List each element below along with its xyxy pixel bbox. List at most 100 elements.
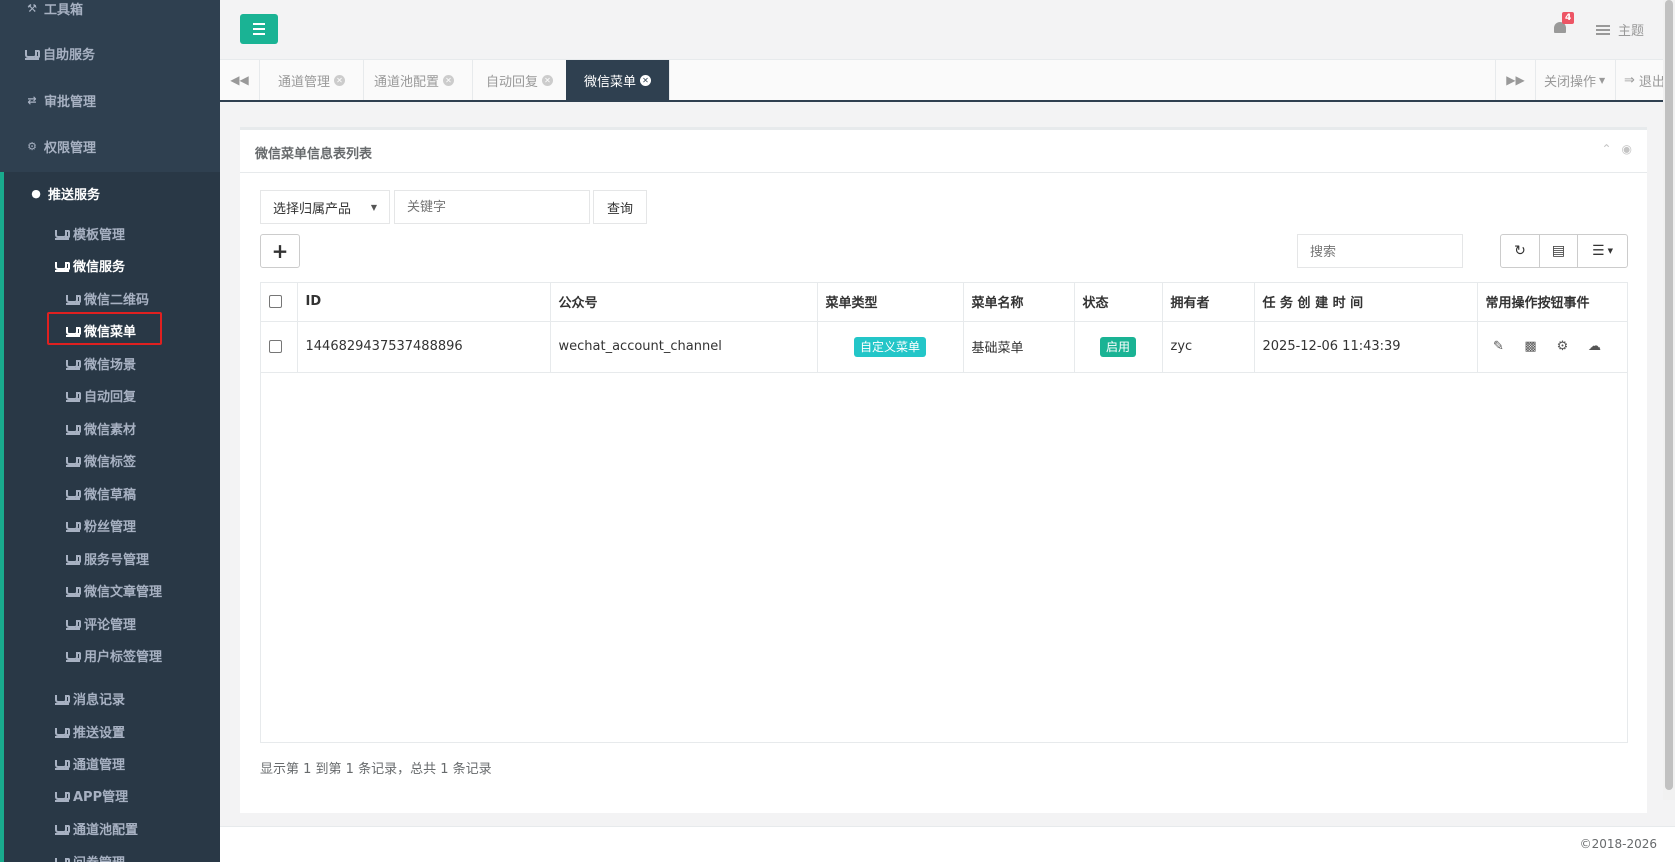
sidebar-item-approval[interactable]: ⇄ 审批管理 <box>0 85 220 115</box>
close-operations-dropdown[interactable]: 关闭操作 ▼ <box>1535 60 1613 100</box>
toggle-view-button[interactable]: ▤ <box>1539 234 1578 268</box>
caret-down-icon: ▼ <box>1607 247 1613 255</box>
sidebar-item-articles[interactable]: 微信文章管理 <box>0 577 220 603</box>
eye-icon[interactable]: ◉ <box>1622 142 1632 156</box>
pagination-info: 显示第 1 到第 1 条记录，总共 1 条记录 <box>260 762 492 777</box>
theme-button[interactable]: 主题 <box>1596 20 1644 39</box>
sidebar-item-service-accounts[interactable]: 服务号管理 <box>0 545 220 571</box>
columns-button[interactable]: ☰ ▼ <box>1577 234 1628 268</box>
sidebar-item-wechat-drafts[interactable]: 微信草稿 <box>0 480 220 506</box>
tab-channel-mgmt[interactable]: 通道管理 ✕ <box>260 60 365 100</box>
close-icon[interactable]: ✕ <box>334 74 346 86</box>
caret-down-icon: ▼ <box>1599 75 1606 85</box>
cell-id: 1446829437537488896 <box>297 321 551 373</box>
table-row: 1446829437537488896 wechat_account_chann… <box>261 321 1627 373</box>
col-header-status[interactable]: 状态 <box>1074 283 1163 322</box>
sidebar-item-push-service[interactable]: ● 推送服务 <box>0 178 220 208</box>
coffee-icon <box>25 50 40 60</box>
close-icon[interactable]: ✕ <box>640 74 652 86</box>
coffee-icon <box>66 360 81 370</box>
theme-icon <box>1596 24 1610 35</box>
page-scrollbar[interactable] <box>1663 0 1675 800</box>
tabs-scroll-right-button[interactable]: ▶▶ <box>1495 60 1535 100</box>
sidebar-item-user-tags[interactable]: 用户标签管理 <box>0 642 220 668</box>
coffee-icon <box>66 490 81 500</box>
refresh-button[interactable]: ↻ <box>1500 234 1540 268</box>
panel-title: 微信菜单信息表列表 <box>255 147 373 162</box>
search-input[interactable] <box>1297 234 1463 268</box>
sidebar-item-auto-reply[interactable]: 自动回复 <box>0 382 220 408</box>
menu-type-badge: 自定义菜单 <box>853 336 926 357</box>
coffee-icon <box>66 392 81 402</box>
col-header-menu-type[interactable]: 菜单类型 <box>817 283 964 322</box>
cell-created: 2025-12-06 11:43:39 <box>1254 321 1478 373</box>
sidebar-item-message-log[interactable]: 消息记录 <box>0 685 220 711</box>
sidebar-item-toolbox[interactable]: ⚒ 工具箱 <box>0 0 220 23</box>
panel-tools: ⌃ ◉ <box>1601 142 1632 156</box>
sidebar-item-template[interactable]: 模板管理 <box>0 220 220 246</box>
sidebar-item-survey[interactable]: 问卷管理 <box>0 848 220 862</box>
coffee-icon <box>66 457 81 467</box>
sidebar: ⚒ 工具箱 自助服务 ⇄ 审批管理 ⚙ 权限管理 ● 推送服务 模板管理 微信服务 微信… <box>0 0 220 862</box>
coffee-icon <box>55 825 70 835</box>
cell-account: wechat_account_channel <box>550 321 818 373</box>
tab-channel-pool[interactable]: 通道池配置 ✕ <box>356 60 474 100</box>
plus-icon: + <box>271 239 289 263</box>
row-actions: ✎ ▩ ⚙ ☁ <box>1486 339 1620 354</box>
coffee-icon <box>55 760 70 770</box>
wrench-icon: ⚒ <box>27 1 37 15</box>
sidebar-item-wechat-material[interactable]: 微信素材 <box>0 415 220 441</box>
close-icon[interactable]: ✕ <box>443 74 455 86</box>
sidebar-item-fans[interactable]: 粉丝管理 <box>0 512 220 538</box>
scrollbar-thumb[interactable] <box>1665 0 1673 790</box>
sidebar-item-wechat-service[interactable]: 微信服务 <box>0 252 220 278</box>
sidebar-item-wechat-scene[interactable]: 微信场景 <box>0 350 220 376</box>
coffee-icon <box>66 295 81 305</box>
sidebar-item-wechat-tags[interactable]: 微信标签 <box>0 447 220 473</box>
tabs-scroll-left-button[interactable]: ◀◀ <box>220 60 260 100</box>
sidebar-item-app-mgmt[interactable]: APP管理 <box>0 782 220 808</box>
coffee-icon <box>66 652 81 662</box>
select-all-cell <box>261 283 298 322</box>
sign-out-icon: ⇒ <box>1624 72 1635 88</box>
copyright-text: ©2018-2026 <box>1579 837 1657 851</box>
top-navbar: 4 主题 <box>220 0 1675 60</box>
sidebar-item-comments[interactable]: 评论管理 <box>0 610 220 636</box>
select-all-checkbox[interactable] <box>269 295 282 309</box>
cell-menu-name: 基础菜单 <box>963 321 1075 373</box>
sidebar-item-channel-pool[interactable]: 通道池配置 <box>0 815 220 841</box>
trash-icon[interactable]: ▩ <box>1524 339 1538 354</box>
tab-auto-reply[interactable]: 自动回复 ✕ <box>468 60 573 100</box>
keyword-input[interactable] <box>394 190 590 224</box>
coffee-icon <box>55 728 70 738</box>
coffee-icon <box>66 620 81 630</box>
footer: ©2018-2026 <box>220 826 1675 862</box>
menu-toggle-button[interactable] <box>240 14 278 44</box>
col-header-owner[interactable]: 拥有者 <box>1162 283 1255 322</box>
caret-down-icon: ▼ <box>370 202 377 212</box>
product-select[interactable]: 选择归属产品 ▼ <box>260 190 390 224</box>
close-icon[interactable]: ✕ <box>542 74 554 86</box>
sidebar-item-wechat-qrcode[interactable]: 微信二维码 <box>0 285 220 311</box>
col-header-created[interactable]: 任 务 创 建 时 间 <box>1254 283 1478 322</box>
exchange-icon: ⇄ <box>27 93 37 107</box>
sidebar-item-push-settings[interactable]: 推送设置 <box>0 718 220 744</box>
content-panel: 微信菜单信息表列表 ⌃ ◉ 选择归属产品 ▼ 查询 + ↻ ▤ ☰▼ ID 公众… <box>240 127 1647 813</box>
gear-icon[interactable]: ⚙ <box>1556 339 1570 354</box>
col-header-id[interactable]: ID <box>297 283 551 322</box>
query-button[interactable]: 查询 <box>593 190 647 224</box>
sidebar-item-permissions[interactable]: ⚙ 权限管理 <box>0 131 220 161</box>
cloud-icon[interactable]: ☁ <box>1588 339 1602 354</box>
coffee-icon <box>66 522 81 532</box>
row-checkbox[interactable] <box>269 340 282 353</box>
sidebar-item-self-service[interactable]: 自助服务 <box>0 38 220 68</box>
tab-wechat-menu[interactable]: 微信菜单 ✕ <box>566 60 671 100</box>
edit-icon[interactable]: ✎ <box>1492 339 1506 354</box>
col-header-menu-name[interactable]: 菜单名称 <box>963 283 1075 322</box>
coffee-icon <box>66 555 81 565</box>
sidebar-item-channel-mgmt[interactable]: 通道管理 <box>0 750 220 776</box>
chevron-up-icon[interactable]: ⌃ <box>1601 142 1611 156</box>
col-header-account[interactable]: 公众号 <box>550 283 818 322</box>
add-button[interactable]: + <box>260 234 300 268</box>
list-alt-icon: ▤ <box>1551 243 1566 259</box>
